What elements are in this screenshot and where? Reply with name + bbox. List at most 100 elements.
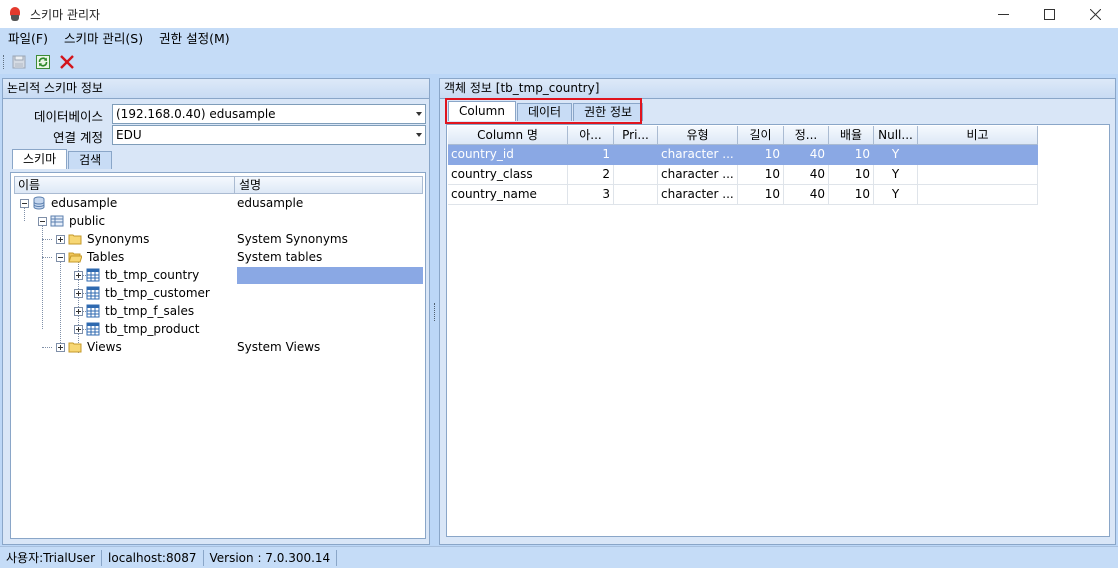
menu-schema-management[interactable]: 스키마 관리(S): [56, 28, 151, 50]
refresh-button[interactable]: [32, 51, 54, 73]
title-bar: 스키마 관리자: [0, 0, 1118, 28]
table-icon: [86, 304, 100, 318]
tree-item-label[interactable]: tb_tmp_product: [105, 320, 200, 338]
menu-file[interactable]: 파일(F): [0, 28, 56, 50]
cell-scale: 10: [829, 145, 874, 165]
left-panel-header: 논리적 스키마 정보: [3, 79, 429, 99]
expand-icon[interactable]: [74, 325, 83, 334]
cell-length: 10: [738, 145, 784, 165]
table-icon: [86, 268, 100, 282]
col-header-name[interactable]: Column 명: [448, 126, 568, 145]
col-header-order[interactable]: 아...: [568, 126, 614, 145]
tree-item-label[interactable]: edusample: [51, 194, 117, 212]
toolbar-grip[interactable]: [3, 55, 6, 69]
panel-splitter[interactable]: [432, 78, 437, 545]
status-host: localhost:8087: [102, 549, 204, 566]
cell-length: 10: [738, 185, 784, 205]
tree-col-name[interactable]: 이름: [15, 177, 235, 193]
tree-item-desc: System Views: [237, 340, 321, 354]
cell-nullable: Y: [874, 145, 918, 165]
col-header-type[interactable]: 유형: [658, 126, 738, 145]
expand-icon[interactable]: [74, 307, 83, 316]
tree-item-label[interactable]: Synonyms: [87, 230, 149, 248]
cell-remark: [918, 145, 1038, 165]
table-icon: [86, 322, 100, 336]
folder-open-icon: [68, 250, 83, 264]
database-row: 데이터베이스 (192.168.0.40) edusample: [3, 104, 429, 124]
col-header-nullable[interactable]: Null...: [874, 126, 918, 145]
delete-icon: [60, 55, 74, 69]
highlight-box: [445, 98, 642, 124]
col-header-remark[interactable]: 비고: [918, 126, 1038, 145]
schema-icon: [50, 214, 64, 228]
cell-precision: 40: [784, 145, 829, 165]
folder-icon: [68, 340, 82, 354]
col-header-precision[interactable]: 정...: [784, 126, 829, 145]
account-row: 연결 계정 EDU: [3, 125, 429, 145]
tree-item-label[interactable]: tb_tmp_customer: [105, 284, 210, 302]
cell-type: character ...: [658, 165, 738, 185]
column-grid[interactable]: Column 명 아... Pri... 유형 길이 정... 배율 Null.…: [446, 124, 1110, 537]
minimize-icon: [997, 13, 1009, 15]
tree-item-label[interactable]: tb_tmp_f_sales: [105, 302, 194, 320]
account-value: EDU: [116, 128, 142, 142]
cell-nullable: Y: [874, 185, 918, 205]
schema-tree[interactable]: 이름 설명 edusample edusample public Synonym…: [10, 172, 426, 539]
save-button[interactable]: [8, 51, 30, 73]
tree-item-desc: edusample: [237, 196, 304, 210]
status-version: Version : 7.0.300.14: [204, 549, 338, 566]
cell-type: character ...: [658, 145, 738, 165]
maximize-icon: [1043, 8, 1055, 20]
cell-scale: 10: [829, 165, 874, 185]
cell-name: country_id: [448, 145, 568, 165]
cell-pk: [614, 145, 658, 165]
expand-icon[interactable]: [56, 235, 65, 244]
database-select[interactable]: (192.168.0.40) edusample: [112, 104, 426, 124]
menu-permission-settings[interactable]: 권한 설정(M): [151, 28, 238, 50]
toolbar: [0, 50, 1118, 74]
close-button[interactable]: [1072, 0, 1118, 28]
database-icon: [32, 196, 46, 210]
chevron-down-icon: [416, 112, 422, 116]
app-icon: [8, 7, 22, 21]
collapse-icon[interactable]: [20, 199, 29, 208]
cell-remark: [918, 185, 1038, 205]
database-value: (192.168.0.40) edusample: [116, 107, 276, 121]
refresh-icon: [36, 55, 50, 69]
logical-schema-panel: 논리적 스키마 정보 데이터베이스 (192.168.0.40) edusamp…: [2, 78, 430, 545]
maximize-button[interactable]: [1026, 0, 1072, 28]
tree-header: 이름 설명: [14, 176, 423, 194]
collapse-icon[interactable]: [56, 253, 65, 262]
tree-item-label[interactable]: Tables: [87, 248, 124, 266]
expand-icon[interactable]: [56, 343, 65, 352]
cell-precision: 40: [784, 185, 829, 205]
collapse-icon[interactable]: [38, 217, 47, 226]
expand-icon[interactable]: [74, 271, 83, 280]
database-label: 데이터베이스: [33, 109, 103, 124]
tab-search[interactable]: 검색: [68, 151, 113, 169]
tree-item-desc: System Synonyms: [237, 232, 348, 246]
tab-schema[interactable]: 스키마: [12, 149, 68, 169]
menu-bar: 파일(F) 스키마 관리(S) 권한 설정(M): [0, 28, 1118, 50]
right-panel-header: 객체 정보 [tb_tmp_country]: [440, 79, 1115, 99]
col-header-length[interactable]: 길이: [738, 126, 784, 145]
cell-name: country_name: [448, 185, 568, 205]
cell-scale: 10: [829, 185, 874, 205]
tree-item-label[interactable]: tb_tmp_country: [105, 266, 199, 284]
cell-order: 1: [568, 145, 614, 165]
status-bar: 사용자:TrialUser localhost:8087 Version : 7…: [0, 546, 1118, 568]
col-header-pk[interactable]: Pri...: [614, 126, 658, 145]
tree-item-desc: System tables: [237, 250, 323, 264]
tree-item-label[interactable]: Views: [87, 338, 122, 356]
delete-button[interactable]: [56, 51, 78, 73]
account-label: 연결 계정: [53, 130, 103, 145]
selection-highlight: [237, 267, 423, 284]
account-select[interactable]: EDU: [112, 125, 426, 145]
expand-icon[interactable]: [74, 289, 83, 298]
tree-col-desc[interactable]: 설명: [236, 177, 422, 193]
tree-item-label[interactable]: public: [69, 212, 105, 230]
status-user: 사용자:TrialUser: [0, 549, 103, 566]
col-header-scale[interactable]: 배율: [829, 126, 874, 145]
cell-pk: [614, 165, 658, 185]
minimize-button[interactable]: [980, 0, 1026, 28]
